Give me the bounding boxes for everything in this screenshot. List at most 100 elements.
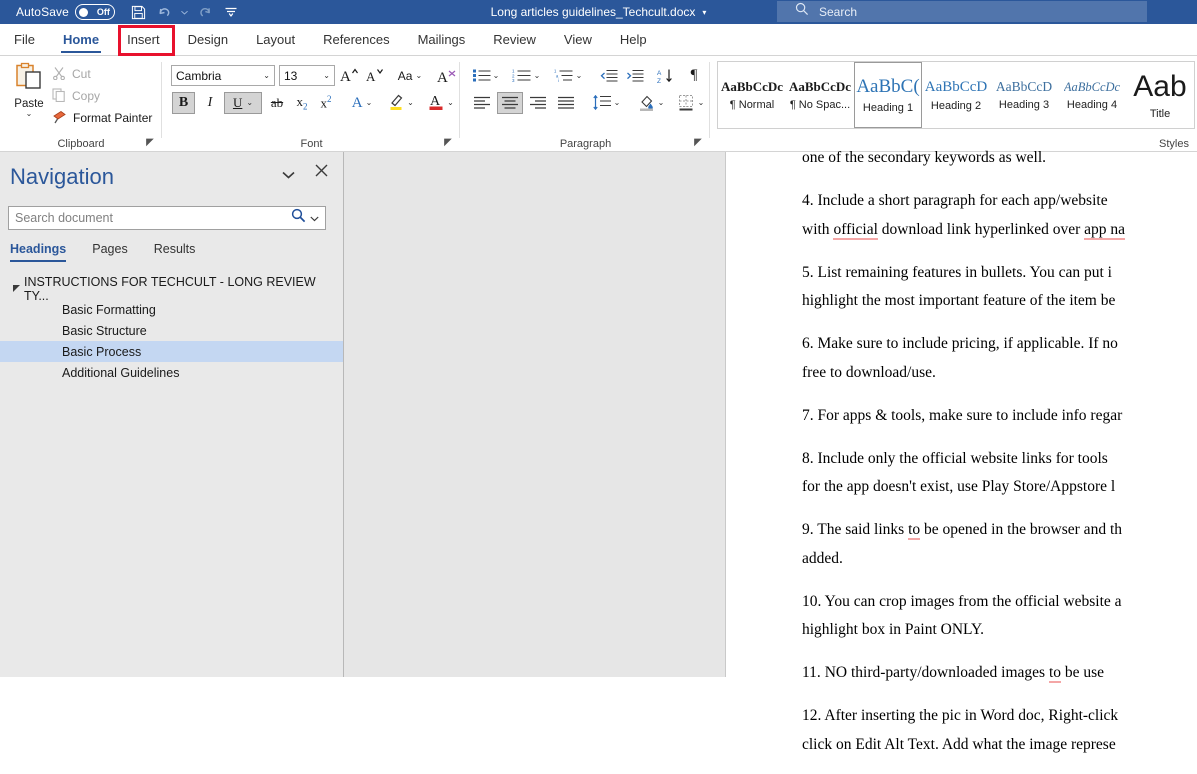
sort-button[interactable]: AZ (653, 65, 679, 86)
nav-heading-additional-guidelines[interactable]: Additional Guidelines (0, 362, 343, 383)
subscript-button[interactable]: x2 (291, 92, 313, 114)
tab-help[interactable]: Help (606, 23, 661, 55)
text-run: be use (1061, 664, 1104, 681)
tab-view[interactable]: View (550, 23, 606, 55)
font-dialog-launcher[interactable]: ◤ (442, 137, 454, 149)
justify-button[interactable] (553, 92, 579, 114)
autosave-toggle[interactable]: AutoSave Off (16, 4, 115, 20)
paste-icon (14, 62, 44, 97)
document-page[interactable]: one of the secondary keywords as well.4.… (725, 152, 1197, 677)
autosave-switch[interactable]: Off (75, 4, 115, 20)
style-label: Heading 4 (1067, 99, 1117, 111)
numbering-button[interactable]: 123 ⌄ (507, 65, 545, 86)
search-icon[interactable] (291, 208, 310, 228)
change-case-label: Aa (398, 69, 413, 83)
undo-dropdown-icon[interactable] (179, 1, 191, 23)
nav-heading-basic-process[interactable]: Basic Process (0, 341, 343, 362)
change-case-button[interactable]: Aa⌄ (393, 65, 427, 86)
nav-tab-pages[interactable]: Pages (92, 242, 127, 261)
paste-dropdown-icon[interactable]: ⌄ (26, 111, 33, 117)
multilevel-dropdown-icon[interactable]: ⌄ (576, 73, 583, 79)
clipboard-group-label: Clipboard (0, 138, 162, 150)
tab-review[interactable]: Review (479, 23, 550, 55)
highlight-dropdown-icon[interactable]: ⌄ (407, 100, 414, 106)
font-color-dropdown-icon[interactable]: ⌄ (447, 100, 454, 106)
bullets-dropdown-icon[interactable]: ⌄ (493, 73, 500, 79)
paste-button[interactable]: Paste ⌄ (6, 62, 52, 128)
line-spacing-dropdown-icon[interactable]: ⌄ (614, 100, 621, 106)
spellcheck-flagged-text: to (1049, 664, 1061, 683)
superscript-button[interactable]: x2 (315, 92, 337, 114)
style-heading-1[interactable]: AaBbC( Heading 1 (854, 62, 922, 128)
style-heading-2[interactable]: AaBbCcD Heading 2 (922, 62, 990, 128)
font-size-combo[interactable]: 13 ⌄ (279, 65, 335, 86)
font-size-dropdown-icon[interactable]: ⌄ (323, 71, 330, 80)
search-input[interactable]: Search document (8, 206, 326, 230)
format-painter-button[interactable]: Format Painter (52, 108, 152, 128)
font-color-button[interactable]: A ⌄ (423, 92, 459, 114)
document-title-dropdown-icon[interactable]: ▾ (702, 8, 706, 17)
nav-heading-instructions[interactable]: INSTRUCTIONS FOR TECHCULT - LONG REVIEW … (0, 278, 343, 299)
nav-heading-basic-structure[interactable]: Basic Structure (0, 320, 343, 341)
expand-collapse-icon[interactable] (10, 284, 24, 293)
multilevel-list-button[interactable]: 1ai ⌄ (549, 65, 587, 86)
style-title[interactable]: Aab Title (1126, 62, 1194, 128)
tab-file[interactable]: File (0, 23, 49, 55)
nav-tab-headings[interactable]: Headings (10, 242, 66, 261)
increase-indent-button[interactable] (623, 65, 647, 86)
italic-button[interactable]: I (199, 92, 221, 114)
paragraph-dialog-launcher[interactable]: ◤ (692, 137, 704, 149)
save-icon[interactable] (127, 1, 151, 23)
shading-dropdown-icon[interactable]: ⌄ (658, 100, 665, 106)
tab-mailings[interactable]: Mailings (404, 23, 480, 55)
underline-button[interactable]: U ⌄ (224, 92, 262, 114)
line-spacing-button[interactable]: ⌄ (587, 92, 625, 114)
nav-tab-results[interactable]: Results (154, 242, 196, 261)
document-line: click on Edit Alt Text. Add what the ima… (802, 731, 1197, 760)
search-options-dropdown-icon[interactable] (310, 209, 325, 227)
tab-home[interactable]: Home (49, 23, 113, 55)
text-effects-button[interactable]: A ⌄ (345, 92, 379, 114)
style-heading-3[interactable]: AaBbCcD Heading 3 (990, 62, 1058, 128)
copy-button[interactable]: Copy (52, 86, 100, 106)
borders-button[interactable]: ⌄ (673, 92, 709, 114)
text-highlight-color-button[interactable]: ⌄ (383, 92, 419, 114)
styles-gallery[interactable]: AaBbCcDc ¶ Normal AaBbCcDc ¶ No Spac... … (717, 61, 1195, 129)
clipboard-dialog-launcher[interactable]: ◤ (144, 137, 156, 149)
shrink-font-button[interactable]: A (365, 65, 387, 86)
clear-formatting-button[interactable]: A (435, 65, 459, 86)
style-label: ¶ No Spac... (790, 99, 850, 111)
document-text-body[interactable]: one of the secondary keywords as well.4.… (802, 152, 1197, 774)
align-right-button[interactable] (525, 92, 551, 114)
search-box[interactable]: Search (777, 1, 1147, 22)
close-icon[interactable] (315, 164, 328, 182)
tab-layout[interactable]: Layout (242, 23, 309, 55)
bold-button[interactable]: B (172, 92, 195, 114)
font-name-combo[interactable]: Cambria ⌄ (171, 65, 275, 86)
style-no-spacing[interactable]: AaBbCcDc ¶ No Spac... (786, 62, 854, 128)
grow-font-button[interactable]: A (339, 65, 361, 86)
borders-dropdown-icon[interactable]: ⌄ (698, 100, 705, 106)
redo-icon[interactable] (193, 1, 217, 23)
bullets-button[interactable]: ⌄ (469, 65, 503, 86)
style-heading-4[interactable]: AaBbCcDc Heading 4 (1058, 62, 1126, 128)
underline-dropdown-icon[interactable]: ⌄ (246, 100, 253, 106)
tab-insert[interactable]: Insert (113, 23, 174, 55)
strikethrough-button[interactable]: ab (266, 92, 288, 114)
cut-button[interactable]: Cut (52, 64, 91, 84)
show-formatting-marks-button[interactable]: ¶ (683, 65, 705, 86)
tab-references[interactable]: References (309, 23, 403, 55)
tab-design[interactable]: Design (174, 23, 242, 55)
text-effects-dropdown-icon[interactable]: ⌄ (366, 100, 373, 106)
shading-button[interactable]: ⌄ (633, 92, 669, 114)
font-name-dropdown-icon[interactable]: ⌄ (263, 71, 270, 80)
change-case-dropdown-icon[interactable]: ⌄ (415, 73, 422, 79)
undo-icon[interactable] (153, 1, 177, 23)
customize-quick-access-icon[interactable] (219, 1, 243, 23)
numbering-dropdown-icon[interactable]: ⌄ (534, 73, 541, 79)
decrease-indent-button[interactable] (597, 65, 621, 86)
style-normal[interactable]: AaBbCcDc ¶ Normal (718, 62, 786, 128)
align-left-button[interactable] (469, 92, 495, 114)
align-center-button[interactable] (497, 92, 523, 114)
chevron-down-icon[interactable] (282, 170, 295, 182)
